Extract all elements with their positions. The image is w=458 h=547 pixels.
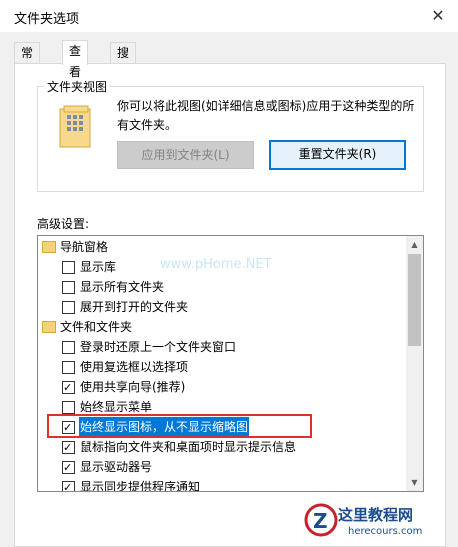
advanced-settings-list[interactable]: 导航窗格 显示库 显示所有文件夹 展开到打开的文件夹 文件和文件夹 登录时还原上… [37, 235, 424, 492]
checkbox[interactable] [62, 458, 75, 478]
list-item: 导航窗格 [60, 240, 109, 254]
watermark-logo-icon: Z [304, 503, 338, 537]
watermark-name: 这里教程网 [338, 506, 414, 524]
tab-view[interactable]: 查看 [62, 40, 89, 79]
folder-icon [42, 241, 56, 253]
list-item: 使用共享向导(推荐) [80, 380, 186, 394]
checkbox[interactable] [62, 438, 75, 458]
tab-general[interactable]: 常规 [14, 42, 41, 81]
annotation-highlight [47, 414, 312, 438]
vertical-scrollbar[interactable]: ▲ ▼ [406, 236, 423, 491]
list-item: 显示库 [80, 260, 117, 274]
reset-folders-button[interactable]: 重置文件夹(R) [269, 140, 406, 170]
faint-watermark: www.pHome.NET [160, 257, 272, 272]
checkbox[interactable] [62, 361, 75, 374]
tab-search[interactable]: 搜索 [110, 42, 137, 81]
advanced-settings-label: 高级设置: [37, 217, 90, 231]
scroll-down-icon[interactable]: ▼ [406, 474, 423, 491]
list-item: 登录时还原上一个文件夹窗口 [80, 340, 237, 354]
scroll-up-icon[interactable]: ▲ [406, 236, 423, 253]
checkbox[interactable] [62, 401, 75, 414]
list-item: 显示同步提供程序通知 [80, 480, 201, 492]
folder-view-icon [59, 105, 91, 148]
list-item: 鼠标指向文件夹和桌面项时显示提示信息 [80, 440, 297, 454]
scrollbar-thumb[interactable] [408, 254, 421, 346]
checkbox[interactable] [62, 261, 75, 274]
apply-to-folders-button[interactable]: 应用到文件夹(L) [117, 141, 254, 169]
close-icon[interactable]: ✕ [424, 2, 452, 30]
checkbox[interactable] [62, 301, 75, 314]
site-watermark: Z 这里教程网 herecours.com [300, 496, 458, 545]
folder-views-description: 你可以将此视图(如详细信息或图标)应用于这种类型的所有文件夹。 [117, 99, 415, 132]
list-item: 文件和文件夹 [60, 320, 133, 334]
list-item: 显示所有文件夹 [80, 280, 165, 294]
checkbox[interactable] [62, 281, 75, 294]
checkbox[interactable] [62, 341, 75, 354]
list-item: 使用复选框以选择项 [80, 360, 189, 374]
window-title: 文件夹选项 [14, 12, 80, 27]
svg-text:Z: Z [313, 509, 328, 533]
folder-icon [42, 321, 56, 333]
list-item: 显示驱动器号 [80, 460, 153, 474]
watermark-url: herecours.com [348, 526, 423, 537]
title-bar: 文件夹选项 ✕ [0, 0, 458, 32]
checkbox[interactable] [62, 378, 75, 398]
list-item: 展开到打开的文件夹 [80, 300, 189, 314]
checkbox[interactable] [62, 478, 75, 491]
